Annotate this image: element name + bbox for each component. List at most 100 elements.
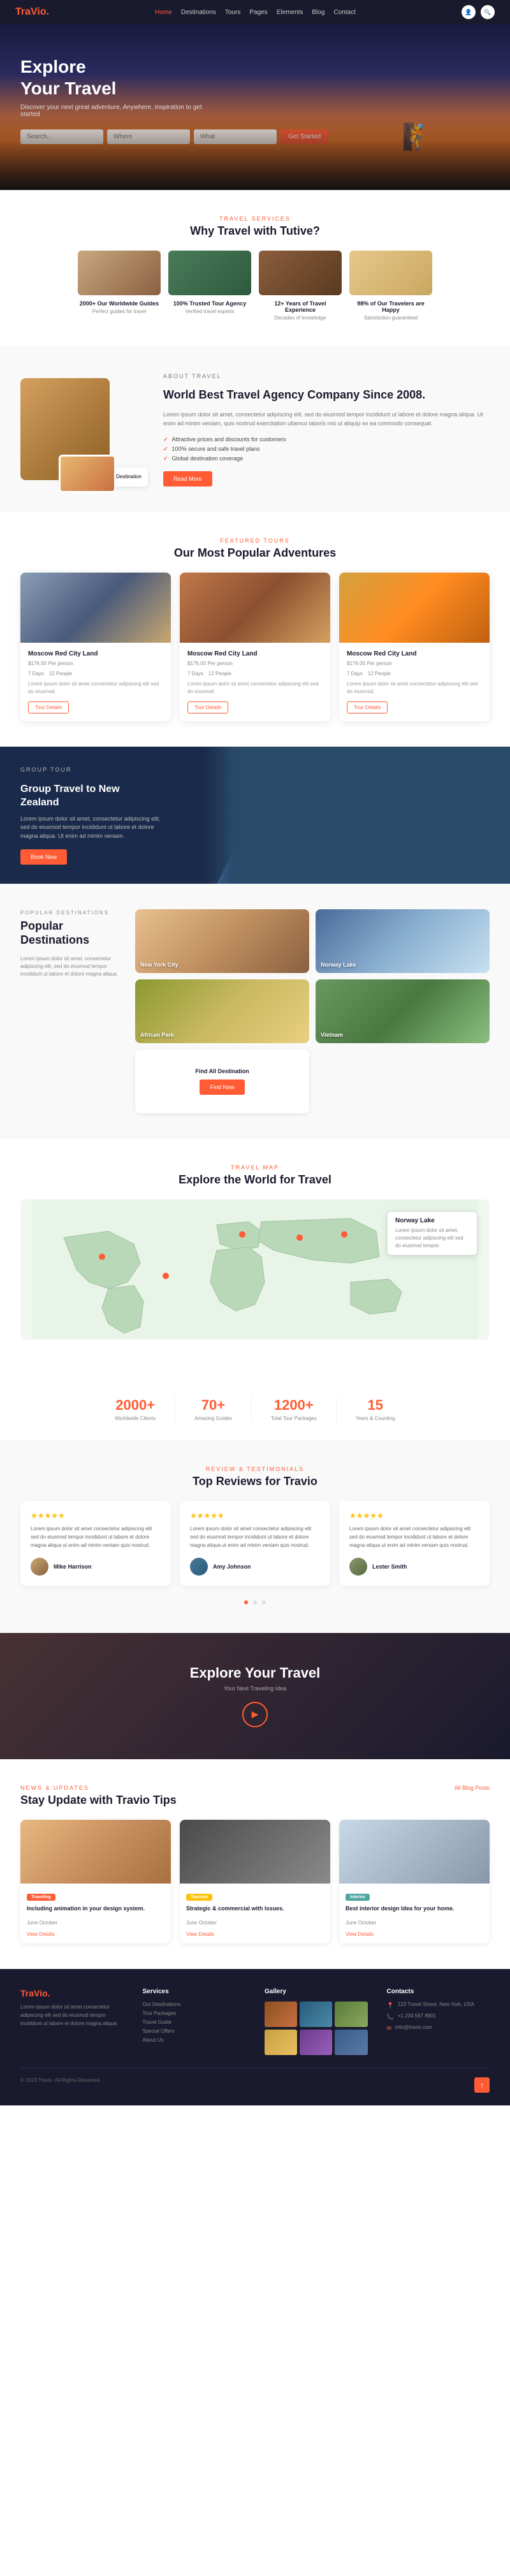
cta-subtitle: Your Next Traveling Idea [20,1685,490,1692]
dest-card-0[interactable]: New York City [135,909,309,973]
adventure-desc-0: Lorem ipsum dolor sit amet consectetur a… [28,680,163,696]
adventure-meta-2: 7 Days 12 People [347,671,482,677]
footer: TraVio. Lorem ipsum dolor sit amet conse… [0,1969,510,2105]
popular-label: POPULAR DESTINATIONS [20,909,122,917]
reviewer-name-2: Lester Smith [372,1563,407,1570]
dot-2[interactable] [262,1600,266,1604]
stat-label-0: Worldwide Clients [115,1416,156,1421]
cta-play-button[interactable]: ▶ [242,1702,268,1727]
footer-contacts-title: Contacts [387,1988,490,1995]
stat-2: 1200+ Total Tour Packages [252,1397,337,1421]
review-text-2: Lorem ipsum dolor sit amet consectetur a… [349,1525,479,1549]
group-banner-bg [204,747,510,884]
gallery-thumb-3[interactable] [265,2030,297,2055]
check-0: Attractive prices and discounts for cust… [163,436,490,443]
adventure-image-1 [180,573,330,643]
gallery-thumb-5[interactable] [335,2030,367,2055]
find-now-button[interactable]: Find Now [200,1079,244,1095]
blog-view-all-link[interactable]: All Blog Posts [454,1785,490,1791]
adventure-cards-container: Moscow Red City Land $176.00 Per person … [20,573,490,721]
read-more-1[interactable]: View Details [186,1931,324,1937]
footer-copyright: © 2023 Travio. All Rights Reserved. [20,2077,101,2093]
nav-link-blog[interactable]: Blog [312,9,324,16]
gallery-thumb-0[interactable] [265,2002,297,2027]
service-2[interactable]: Travel Guide [143,2019,246,2025]
dest-label-africa: African Park [140,1032,174,1038]
dot-0[interactable] [244,1600,248,1604]
navbar: TraVio. Home Destinations Tours Pages El… [0,0,510,24]
why-card-3: 98% of Our Travelers are Happy Satisfact… [349,251,432,321]
scroll-top-button[interactable]: ↑ [474,2077,490,2093]
blog-header: NEWS & UPDATES Stay Update with Travio T… [20,1785,490,1807]
blog-label: NEWS & UPDATES [20,1785,177,1791]
adventure-price-0: $176.00 Per person [28,660,163,667]
group-banner-section: GROUP TOUR Group Travel to New Zealand L… [0,747,510,884]
adventure-btn-0[interactable]: Tour Details [28,701,69,714]
review-cards-container: ★★★★★ Lorem ipsum dolor sit amet consect… [20,1501,490,1585]
nav-link-elements[interactable]: Elements [277,9,303,16]
stat-num-1: 70+ [194,1397,232,1414]
nav-link-tours[interactable]: Tours [225,9,240,16]
nav-link-contact[interactable]: Contact [333,9,355,16]
why-card-image-0 [78,251,161,295]
map-tooltip: Norway Lake Lorem ipsum dolor sit amet, … [388,1212,477,1255]
world-best-content: ABOUT TRAVEL World Best Travel Agency Co… [163,372,490,487]
tooltip-desc: Lorem ipsum dolor sit amet, consectetur … [395,1227,469,1250]
blog-card-1: Tourism Strategic & commercial with Issu… [180,1820,330,1944]
adventure-card-1: Moscow Red City Land $176.00 Per person … [180,573,330,721]
nav-links: Home Destinations Tours Pages Elements B… [155,9,356,16]
review-card-1: ★★★★★ Lorem ipsum dolor sit amet consect… [180,1501,330,1585]
gallery-thumb-2[interactable] [335,2002,367,2027]
blog-meta-2: June October [346,1920,376,1926]
logo-text-suffix: Vio. [31,6,49,17]
blog-title: Stay Update with Travio Tips [20,1794,177,1807]
group-banner-content: GROUP TOUR Group Travel to New Zealand L… [20,766,161,865]
avatar-0 [31,1558,48,1576]
adventure-btn-2[interactable]: Tour Details [347,701,388,714]
nav-link-destinations[interactable]: Destinations [181,9,216,16]
service-3[interactable]: Special Offers [143,2028,246,2034]
blog-header-text: NEWS & UPDATES Stay Update with Travio T… [20,1785,177,1807]
service-0[interactable]: Our Destinations [143,2002,246,2007]
popular-title: Popular Destinations [20,919,122,947]
adventure-desc-2: Lorem ipsum dolor sit amet consectetur a… [347,680,482,696]
footer-about-col: TraVio. Lorem ipsum dolor sit amet conse… [20,1988,124,2055]
why-card-1: 100% Trusted Tour Agency Verified travel… [168,251,251,321]
reviewer-name-0: Mike Harrison [54,1563,92,1570]
reviewer-0: Mike Harrison [31,1558,161,1576]
gallery-thumb-1[interactable] [300,2002,332,2027]
service-1[interactable]: Tour Packages [143,2010,246,2016]
footer-gallery-col: Gallery [265,1988,368,2055]
footer-services-list: Our Destinations Tour Packages Travel Gu… [143,2002,246,2043]
service-4[interactable]: About Us [143,2037,246,2043]
review-text-1: Lorem ipsum dolor sit amet consectetur a… [190,1525,320,1549]
group-label: GROUP TOUR [20,766,161,775]
dot-1[interactable] [253,1600,257,1604]
why-title: Why Travel with Tutive? [20,224,490,238]
why-card-2: 12+ Years of Travel Experience Decades o… [259,251,342,321]
contact-1: 📞 +1 234 567 8901 [387,2013,490,2021]
adventure-duration-1: 7 Days [187,671,203,677]
world-best-sub-image [59,455,116,493]
adventure-btn-1[interactable]: Tour Details [187,701,228,714]
blog-section: NEWS & UPDATES Stay Update with Travio T… [0,1759,510,1970]
world-map-section: TRAVEL MAP Explore the World for Travel [0,1139,510,1378]
reviews-section: REVIEW & TESTIMONIALS Top Reviews for Tr… [0,1440,510,1632]
read-more-2[interactable]: View Details [346,1931,483,1937]
search-button[interactable]: 🔍 [481,5,495,19]
blog-cards-container: Traveling Including animation in your de… [20,1820,490,1944]
dest-card-2[interactable]: African Park [135,979,309,1043]
read-more-button[interactable]: Read More [163,471,212,487]
gallery-thumb-4[interactable] [300,2030,332,2055]
dest-card-3[interactable]: Vietnam [316,979,490,1043]
user-button[interactable]: 👤 [462,5,476,19]
nav-link-home[interactable]: Home [155,9,172,16]
read-more-0[interactable]: View Details [27,1931,164,1937]
nav-link-pages[interactable]: Pages [249,9,267,16]
dest-card-1[interactable]: Norway Lake [316,909,490,973]
adventure-duration-0: 7 Days [28,671,44,677]
group-book-button[interactable]: Book Now [20,849,67,865]
why-card-title-1: 100% Trusted Tour Agency [168,300,251,307]
adventure-meta-0: 7 Days 12 People [28,671,163,677]
adventure-title-2: Moscow Red City Land [347,650,482,657]
